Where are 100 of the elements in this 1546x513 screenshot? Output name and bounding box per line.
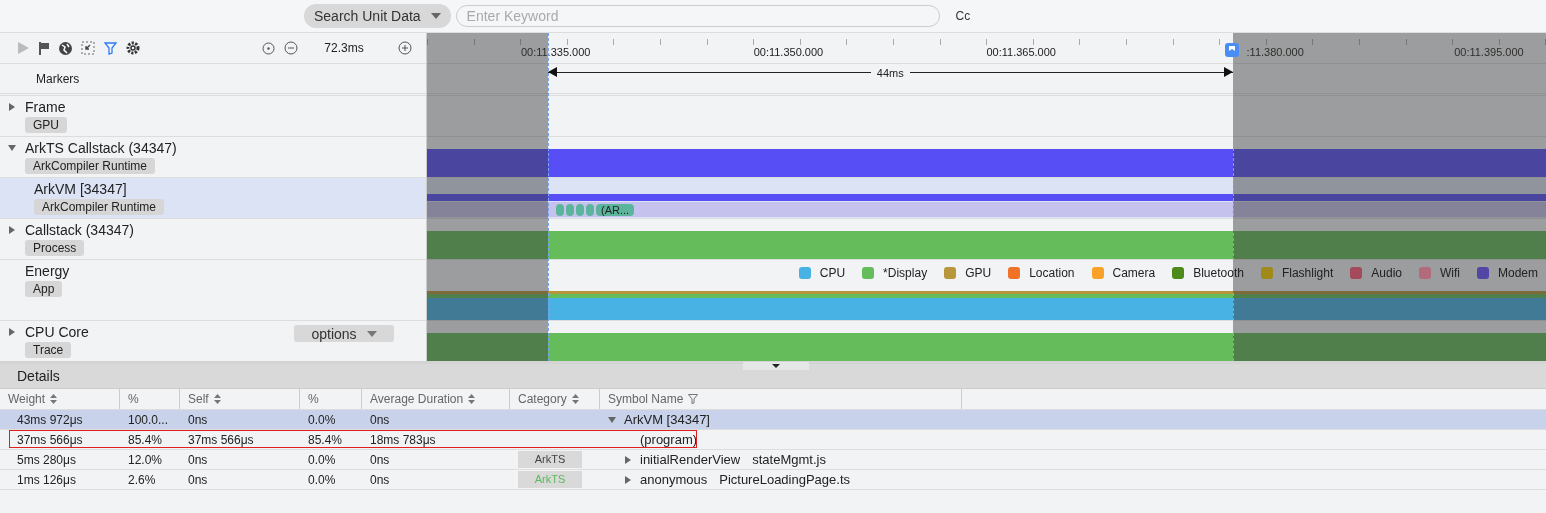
table-cell: 0ns — [188, 452, 208, 467]
table-row[interactable]: 43ms 972μs 100.0... 0ns 0.0% 0ns ArkVM [34347] — [0, 410, 1546, 430]
time-label: :11.380.000 — [1246, 46, 1304, 58]
call-slice — [586, 203, 594, 216]
details-title: Details — [17, 368, 60, 384]
track-name: ArkVM [34347] — [34, 181, 127, 197]
table-cell: 0ns — [370, 412, 390, 427]
track-tag: Trace — [25, 342, 72, 358]
table-cell: 0ns — [188, 472, 208, 487]
symbol-name: (program) — [640, 432, 698, 447]
table-cell: 85.4% — [308, 432, 343, 447]
file-name: stateMgmt.js — [752, 452, 826, 467]
expand-toggle-icon[interactable] — [624, 475, 632, 484]
legend-label: Location — [1029, 266, 1075, 280]
table-cell: 43ms 972μs — [17, 412, 83, 427]
table-cell: 0.0% — [308, 412, 336, 427]
track-tag: ArkCompiler Runtime — [34, 199, 165, 215]
import-icon[interactable] — [81, 41, 95, 55]
expand-toggle-icon[interactable] — [8, 144, 16, 152]
legend-label: Camera — [1112, 266, 1156, 280]
symbol-name: ArkVM [34347] — [624, 412, 710, 427]
track-header[interactable]: Energy App — [0, 260, 426, 321]
zoom-in-icon[interactable] — [398, 41, 412, 55]
time-label: 00:11.335.000 — [520, 46, 591, 58]
track-tag: Process — [25, 240, 85, 256]
track-name: CPU Core — [25, 324, 89, 340]
table-cell: 100.0... — [128, 412, 169, 427]
table-cell: 18ms 783μs — [370, 432, 436, 447]
time-label: 00:11.395.000 — [1454, 46, 1524, 58]
table-cell: 0.0% — [308, 452, 336, 467]
expand-toggle-icon[interactable] — [8, 226, 16, 234]
column-header[interactable]: Self — [180, 389, 300, 409]
table-cell: 1ms 126μs — [17, 472, 76, 487]
column-header[interactable]: Symbol Name — [600, 389, 962, 409]
legend-label: *Display — [883, 266, 928, 280]
time-label: 00:11.365.000 — [986, 46, 1056, 58]
table-cell: 37ms 566μs — [188, 432, 254, 447]
filter-icon[interactable] — [104, 41, 117, 55]
legend-label: Wifi — [1440, 266, 1460, 280]
symbol-name: anonymous — [640, 472, 708, 487]
column-header[interactable]: % — [120, 389, 180, 409]
markers-label: Markers — [36, 71, 80, 86]
globe-icon[interactable] — [59, 41, 72, 55]
track-name: Frame — [25, 99, 66, 115]
table-cell: 5ms 280μs — [17, 452, 76, 467]
table-cell: 85.4% — [128, 432, 163, 447]
table-cell: 12.0% — [128, 452, 163, 467]
zoom-span-label: 72.3ms — [323, 41, 365, 55]
table-row[interactable]: 37ms 566μs 85.4% 37ms 566μs 85.4% 18ms 783μs (program) — [0, 430, 1546, 450]
expand-toggle-icon[interactable] — [8, 328, 16, 336]
table-cell: 0.0% — [308, 472, 336, 487]
table-cell: 2.6% — [128, 472, 156, 487]
zoom-out-icon[interactable] — [284, 41, 298, 55]
arrowhead-icon — [547, 67, 557, 77]
sort-icon[interactable] — [50, 394, 58, 404]
legend-label: GPU — [965, 266, 992, 280]
file-name: PictureLoadingPage.ts — [719, 472, 851, 487]
legend-label: CPU — [819, 266, 846, 280]
keyword-field[interactable]: Enter Keyword — [455, 5, 940, 27]
call-slice: (AR... — [596, 203, 635, 216]
table-row[interactable]: 5ms 280μs 12.0% 0ns 0.0% 0ns ArkTS initialRenderView stateMgmt.js — [0, 450, 1546, 470]
match-case-toggle[interactable]: Cc — [953, 7, 973, 25]
table-cell: 37ms 566μs — [17, 432, 83, 447]
call-slice — [566, 203, 574, 216]
column-header[interactable]: % — [300, 389, 362, 409]
flag-icon[interactable] — [38, 41, 50, 55]
track-tag: ArkCompiler Runtime — [25, 158, 156, 174]
table-cell: 0ns — [370, 452, 390, 467]
column-header[interactable]: Weight — [0, 389, 120, 409]
legend-label: Audio — [1371, 266, 1402, 280]
expand-toggle-icon[interactable] — [8, 103, 16, 111]
track-header[interactable]: Frame GPU — [0, 96, 426, 137]
filter-icon[interactable] — [688, 394, 699, 404]
sort-icon[interactable] — [468, 394, 476, 404]
category-tag: ArkTS — [518, 451, 582, 468]
caret-icon — [430, 13, 441, 19]
collapse-handle-icon[interactable] — [743, 362, 809, 370]
legend-label: Flashlight — [1281, 266, 1334, 280]
call-slice — [576, 203, 584, 216]
duration-label: 44ms — [870, 66, 910, 79]
expand-toggle-icon[interactable] — [624, 455, 632, 464]
arrowhead-icon — [1223, 67, 1233, 77]
options-dropdown[interactable]: options — [294, 325, 394, 342]
settings-icon[interactable] — [126, 41, 140, 55]
sort-icon[interactable] — [213, 394, 221, 404]
column-header[interactable]: Average Duration — [362, 389, 510, 409]
search-scope-dropdown[interactable]: Search Unit Data — [304, 4, 451, 28]
category-tag: ArkTS — [518, 471, 582, 488]
expand-toggle-icon[interactable] — [608, 415, 616, 424]
table-cell: 0ns — [370, 472, 390, 487]
track-header[interactable]: Callstack (34347) Process — [0, 219, 426, 260]
column-header[interactable]: Category — [510, 389, 600, 409]
track-header[interactable]: ArkVM [34347] ArkCompiler Runtime — [0, 178, 426, 219]
table-cell: 0ns — [188, 412, 208, 427]
track-tag: GPU — [25, 117, 67, 133]
time-label: 00:11.350.000 — [753, 46, 824, 58]
sort-icon[interactable] — [571, 394, 579, 404]
table-row[interactable]: 1ms 126μs 2.6% 0ns 0.0% 0ns ArkTS anonymous PictureLoadingPage.ts — [0, 470, 1546, 490]
symbol-name: initialRenderView — [640, 452, 741, 467]
reset-zoom-icon[interactable] — [262, 41, 275, 55]
